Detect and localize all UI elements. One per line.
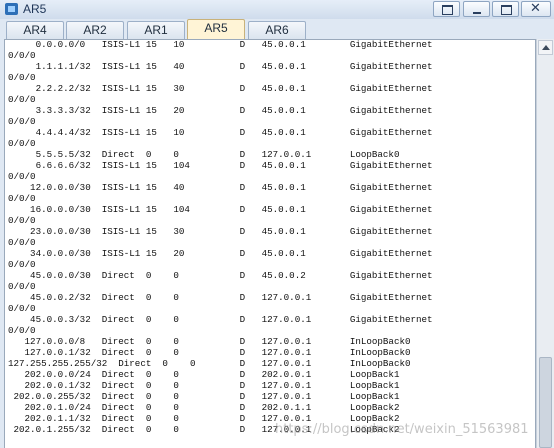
routing-table-text: 0.0.0.0/0 ISIS-L1 15 10 D 45.0.0.1 Gigab… — [8, 39, 433, 435]
maximize-button[interactable] — [492, 1, 519, 17]
title-bar: AR5 ✕ — [0, 0, 554, 20]
console-output[interactable]: 0.0.0.0/0 ISIS-L1 15 10 D 45.0.0.1 Gigab… — [4, 39, 536, 448]
restore-icon — [442, 5, 453, 15]
tab-ar2[interactable]: AR2 — [66, 21, 124, 39]
minimize-icon — [473, 12, 481, 14]
restore-button[interactable] — [433, 1, 460, 17]
close-button[interactable]: ✕ — [521, 1, 551, 17]
tab-ar6[interactable]: AR6 — [248, 21, 306, 39]
close-icon: ✕ — [530, 1, 541, 16]
scroll-up-arrow-icon[interactable] — [538, 40, 553, 55]
tab-ar1[interactable]: AR1 — [127, 21, 185, 39]
window-title: AR5 — [23, 2, 47, 16]
app-icon — [5, 3, 18, 15]
maximize-icon — [501, 5, 512, 15]
tab-ar4[interactable]: AR4 — [6, 21, 64, 39]
tab-bar: AR4 AR2 AR1 AR5 AR6 — [0, 19, 554, 39]
watermark: https://blog.csdn.net/weixin_51563981 — [275, 422, 529, 437]
scroll-thumb[interactable] — [539, 357, 552, 448]
minimize-button[interactable] — [463, 1, 490, 17]
vertical-scrollbar[interactable] — [536, 39, 554, 448]
tab-ar5[interactable]: AR5 — [187, 19, 245, 39]
